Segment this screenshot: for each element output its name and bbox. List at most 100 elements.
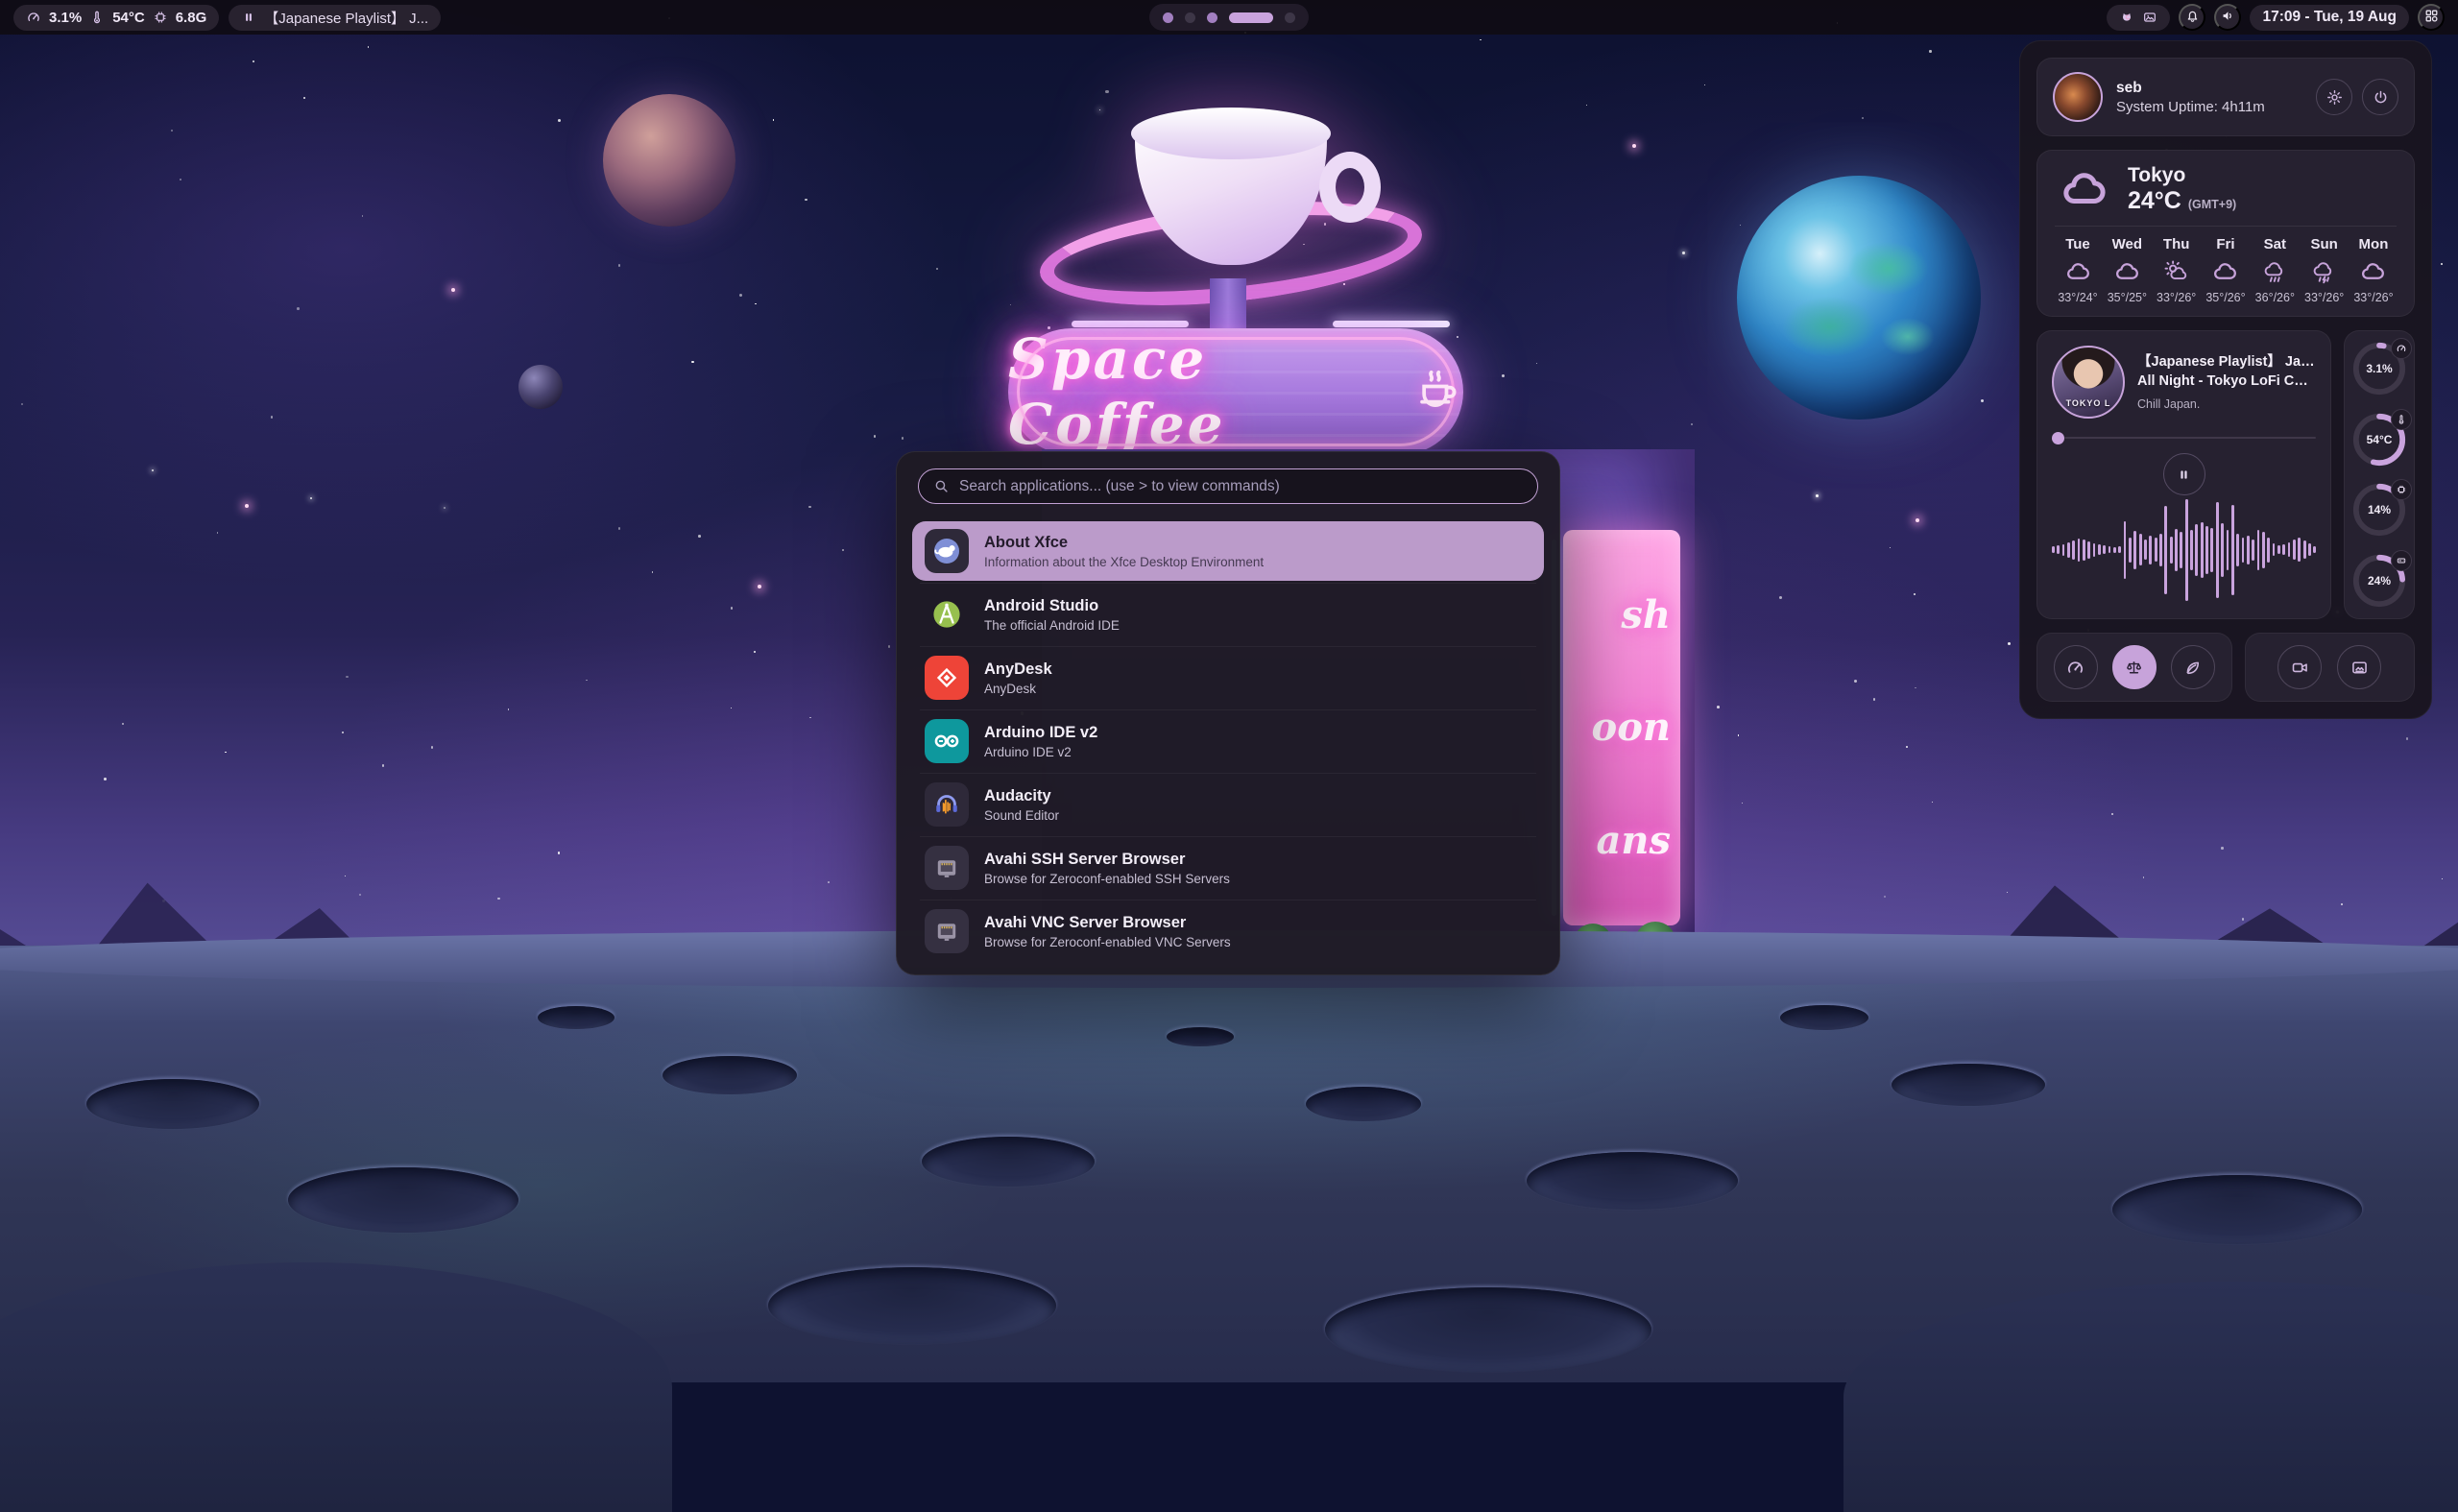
forecast-temps: 33°/24° xyxy=(2058,291,2097,304)
tray-app-icon[interactable] xyxy=(2119,10,2134,25)
monitor-type-icon xyxy=(2391,479,2412,500)
workspace-dot[interactable] xyxy=(1185,12,1195,23)
forecast-temps: 33°/26° xyxy=(2304,291,2344,304)
window-neon-text: oon xyxy=(1592,705,1671,750)
forecast-temps: 33°/26° xyxy=(2353,291,2393,304)
profile-icon xyxy=(2124,658,2144,678)
app-description: Browse for Zeroconf-enabled VNC Servers xyxy=(984,935,1231,949)
monitor-gauge[interactable]: 14% xyxy=(2351,482,2407,538)
forecast-day: Thu 33°/26° xyxy=(2154,236,2200,304)
forecast-temps: 35°/26° xyxy=(2205,291,2245,304)
cpu-gauge-icon xyxy=(26,10,41,25)
forecast-day: Sat 36°/26° xyxy=(2252,236,2298,304)
forecast-day: Sun 33°/26° xyxy=(2301,236,2348,304)
app-icon xyxy=(925,592,969,636)
power-profiles-card xyxy=(2036,633,2232,702)
forecast-day-label: Sun xyxy=(2310,236,2337,252)
forecast-day-label: Sat xyxy=(2264,236,2286,252)
forecast-day: Wed 35°/25° xyxy=(2104,236,2150,304)
cpu-usage: 3.1% xyxy=(49,10,82,26)
app-icon xyxy=(925,846,969,890)
search-icon xyxy=(933,478,950,494)
launcher-item[interactable]: Avahi VNC Server Browser Browse for Zero… xyxy=(912,901,1544,961)
weather-cloud-icon xyxy=(2055,166,2114,214)
monitor-gauge[interactable]: 24% xyxy=(2351,553,2407,609)
app-description: Information about the Xfce Desktop Envir… xyxy=(984,555,1264,569)
monitor-type-icon xyxy=(2391,338,2412,359)
mountains-right xyxy=(1786,826,2458,1056)
workspace-dot[interactable] xyxy=(1207,12,1217,23)
notifications-button[interactable] xyxy=(2179,4,2205,31)
profile-icon xyxy=(2182,658,2203,678)
app-name: Android Studio xyxy=(984,597,1120,615)
forecast-temps: 33°/26° xyxy=(2157,291,2196,304)
forecast-weather-icon xyxy=(2360,259,2386,285)
seek-slider[interactable] xyxy=(2052,431,2316,444)
system-stats-pill[interactable]: 3.1% 54°C 6.8G xyxy=(13,5,219,31)
launcher-item[interactable]: About Xfce Information about the Xfce De… xyxy=(912,521,1544,581)
workspace-dot[interactable] xyxy=(1285,12,1295,23)
app-name: Audacity xyxy=(984,787,1059,805)
launcher-item[interactable]: Audacity Sound Editor xyxy=(912,775,1544,834)
tray-app-icon[interactable] xyxy=(2142,10,2157,25)
power-profile-button[interactable] xyxy=(2171,645,2215,689)
planet-icon xyxy=(603,94,735,227)
system-monitors: 3.1% 54°C 14% xyxy=(2344,330,2415,619)
top-bar: 3.1% 54°C 6.8G 【Japanese Playlist】 J... … xyxy=(0,0,2458,35)
weather-card: Tokyo 24°C (GMT+9) Tue 33°/24° Wed 35°/2… xyxy=(2036,150,2415,317)
weather-temperature: 24°C xyxy=(2128,187,2181,215)
app-icon xyxy=(925,529,969,573)
mountains-left xyxy=(0,845,614,1056)
launcher-item[interactable]: AnyDesk AnyDesk xyxy=(912,648,1544,708)
launcher-item[interactable]: Arduino IDE v2 Arduino IDE v2 xyxy=(912,711,1544,771)
app-name: AnyDesk xyxy=(984,660,1052,679)
grid-icon xyxy=(2423,8,2440,27)
search-box[interactable] xyxy=(918,468,1538,504)
sign-text: Space Coffee xyxy=(1008,326,1400,457)
overview-button[interactable] xyxy=(2418,4,2445,31)
power-profile-button[interactable] xyxy=(2112,645,2157,689)
audio-visualizer xyxy=(2052,495,2316,604)
app-description: Arduino IDE v2 xyxy=(984,745,1097,759)
forecast-day: Tue 33°/24° xyxy=(2055,236,2101,304)
app-icon xyxy=(925,782,969,827)
capture-button[interactable] xyxy=(2337,645,2381,689)
avatar[interactable] xyxy=(2053,72,2103,122)
forecast-day: Mon 33°/26° xyxy=(2350,236,2397,304)
workspace-dot[interactable] xyxy=(1229,12,1273,23)
memory-usage: 6.8G xyxy=(176,10,207,26)
media-pill[interactable]: 【Japanese Playlist】 J... xyxy=(229,5,441,31)
power-button[interactable] xyxy=(2362,79,2398,115)
search-input[interactable] xyxy=(959,478,1523,495)
workspace-dot[interactable] xyxy=(1163,12,1173,23)
control-sidebar: seb System Uptime: 4h11m Tokyo 24°C (GMT… xyxy=(2019,40,2432,719)
launcher-item[interactable]: Android Studio The official Android IDE xyxy=(912,585,1544,644)
play-pause-button[interactable] xyxy=(2163,453,2205,495)
album-art[interactable]: TOKYO L xyxy=(2052,346,2125,419)
launcher-item[interactable]: Avahi SSH Server Browser Browse for Zero… xyxy=(912,838,1544,898)
roof-light xyxy=(1072,321,1189,327)
plants xyxy=(1549,916,1695,960)
app-description: Browse for Zeroconf-enabled SSH Servers xyxy=(984,872,1230,886)
system-tray[interactable] xyxy=(2107,5,2170,31)
forecast-day-label: Mon xyxy=(2359,236,2389,252)
app-launcher: About Xfce Information about the Xfce De… xyxy=(896,451,1560,975)
settings-button[interactable] xyxy=(2316,79,2352,115)
coffee-cup-icon xyxy=(1410,363,1463,421)
monitor-gauge[interactable]: 54°C xyxy=(2351,412,2407,468)
app-description: Sound Editor xyxy=(984,808,1059,823)
volume-button[interactable] xyxy=(2214,4,2241,31)
seek-handle[interactable] xyxy=(2052,432,2064,444)
seek-track[interactable] xyxy=(2064,437,2316,440)
moon-ground xyxy=(0,946,2458,1382)
monitor-gauge[interactable]: 3.1% xyxy=(2351,341,2407,396)
forecast-weather-icon xyxy=(2262,259,2288,285)
capture-button[interactable] xyxy=(2277,645,2322,689)
capture-card xyxy=(2245,633,2415,702)
workspace-switcher[interactable] xyxy=(1149,4,1309,31)
clock-pill[interactable]: 17:09 - Tue, 19 Aug xyxy=(2250,5,2409,31)
forecast-weather-icon xyxy=(2114,259,2140,285)
app-name: About Xfce xyxy=(984,534,1264,552)
divider xyxy=(2055,226,2397,227)
power-profile-button[interactable] xyxy=(2054,645,2098,689)
